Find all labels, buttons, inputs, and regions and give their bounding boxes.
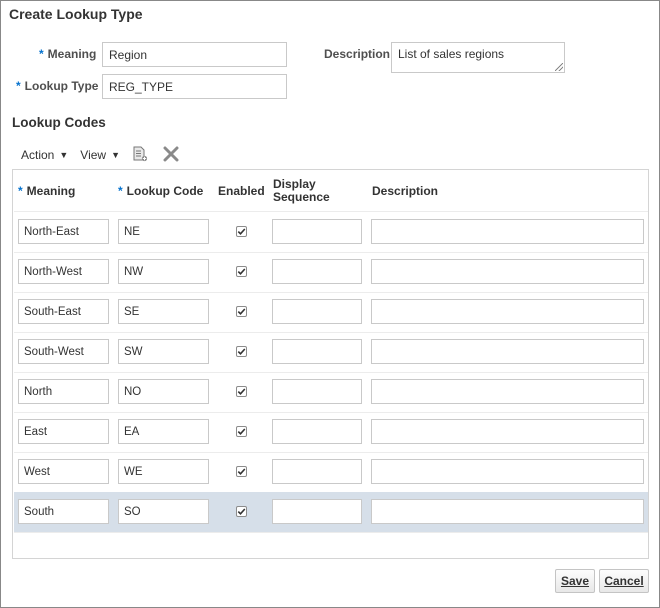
lookup-type-label-group: * Lookup Type xyxy=(16,79,98,93)
description-cell[interactable] xyxy=(371,339,644,364)
description-cell[interactable] xyxy=(371,299,644,324)
create-icon[interactable] xyxy=(133,146,148,165)
lookup-code-cell[interactable]: SW xyxy=(118,339,209,364)
delete-icon[interactable] xyxy=(163,146,179,165)
display-sequence-cell[interactable] xyxy=(272,499,362,524)
table-row[interactable]: South-East SE xyxy=(14,292,648,332)
lookup-code-cell[interactable]: WE xyxy=(118,459,209,484)
table-row[interactable]: North-East NE xyxy=(14,212,648,252)
lookup-type-field[interactable] xyxy=(102,74,287,99)
display-sequence-cell[interactable] xyxy=(272,219,362,244)
enabled-checkbox[interactable] xyxy=(236,426,247,437)
save-button[interactable]: Save xyxy=(555,569,595,593)
meaning-cell[interactable]: South-West xyxy=(18,339,109,364)
display-sequence-cell[interactable] xyxy=(272,339,362,364)
required-marker: * xyxy=(18,184,23,198)
required-marker: * xyxy=(118,184,123,198)
table-row[interactable]: West WE xyxy=(14,452,648,492)
meaning-cell[interactable]: South xyxy=(18,499,109,524)
table-row[interactable]: South-West SW xyxy=(14,332,648,372)
column-header-lookup-code[interactable]: * Lookup Code xyxy=(118,184,203,198)
table-row[interactable]: South SO xyxy=(14,492,648,532)
lookup-code-cell[interactable]: EA xyxy=(118,419,209,444)
meaning-cell[interactable]: North-East xyxy=(18,219,109,244)
enabled-checkbox[interactable] xyxy=(236,266,247,277)
chevron-down-icon: ▼ xyxy=(59,150,69,160)
required-marker: * xyxy=(39,47,44,61)
action-menu[interactable]: Action ▼ xyxy=(21,148,68,162)
enabled-checkbox[interactable] xyxy=(236,226,247,237)
dialog-title: Create Lookup Type xyxy=(9,6,143,22)
display-sequence-cell[interactable] xyxy=(272,379,362,404)
column-header-sequence-label: Sequence xyxy=(273,190,330,204)
column-header-meaning[interactable]: * Meaning xyxy=(18,184,75,198)
column-header-lookup-code-label: Lookup Code xyxy=(126,184,204,198)
meaning-cell[interactable]: South-East xyxy=(18,299,109,324)
description-field-wrap: List of sales regions xyxy=(391,42,565,73)
lookup-codes-toolbar: Action ▼ View ▼ xyxy=(21,146,132,164)
action-menu-label: Action xyxy=(21,148,55,162)
lookup-type-label: Lookup Type xyxy=(24,79,99,93)
description-cell[interactable] xyxy=(371,499,644,524)
column-header-meaning-label: Meaning xyxy=(26,184,76,198)
meaning-cell[interactable]: East xyxy=(18,419,109,444)
row-divider xyxy=(14,532,648,533)
lookup-code-cell[interactable]: NW xyxy=(118,259,209,284)
required-marker: * xyxy=(16,79,21,93)
enabled-checkbox[interactable] xyxy=(236,506,247,517)
cancel-button[interactable]: Cancel xyxy=(599,569,649,593)
description-cell[interactable] xyxy=(371,219,644,244)
enabled-checkbox[interactable] xyxy=(236,386,247,397)
description-cell[interactable] xyxy=(371,379,644,404)
enabled-checkbox[interactable] xyxy=(236,306,247,317)
table-row[interactable]: East EA xyxy=(14,412,648,452)
meaning-label-group: * Meaning xyxy=(39,47,96,61)
meaning-field[interactable] xyxy=(102,42,287,67)
display-sequence-cell[interactable] xyxy=(272,419,362,444)
lookup-code-cell[interactable]: SO xyxy=(118,499,209,524)
description-label: Description xyxy=(324,47,391,61)
column-header-display-sequence[interactable]: Display Sequence xyxy=(273,178,330,204)
table-row[interactable]: North-West NW xyxy=(14,252,648,292)
description-cell[interactable] xyxy=(371,419,644,444)
lookup-code-cell[interactable]: SE xyxy=(118,299,209,324)
meaning-label: Meaning xyxy=(47,47,97,61)
meaning-cell[interactable]: West xyxy=(18,459,109,484)
view-menu-label: View xyxy=(80,148,107,162)
enabled-checkbox[interactable] xyxy=(236,466,247,477)
lookup-codes-heading: Lookup Codes xyxy=(12,115,106,130)
resize-grip-icon[interactable] xyxy=(555,63,563,71)
description-cell[interactable] xyxy=(371,459,644,484)
chevron-down-icon: ▼ xyxy=(111,150,120,160)
table-row[interactable]: North NO xyxy=(14,372,648,412)
display-sequence-cell[interactable] xyxy=(272,459,362,484)
view-menu[interactable]: View ▼ xyxy=(80,148,120,162)
display-sequence-cell[interactable] xyxy=(272,259,362,284)
column-header-description[interactable]: Description xyxy=(372,184,438,198)
lookup-code-cell[interactable]: NO xyxy=(118,379,209,404)
create-lookup-type-dialog: Create Lookup Type *Meaning *Lookup Type… xyxy=(0,0,660,608)
display-sequence-cell[interactable] xyxy=(272,299,362,324)
enabled-checkbox[interactable] xyxy=(236,346,247,357)
description-field[interactable]: List of sales regions xyxy=(391,42,565,73)
lookup-codes-table: * Meaning * Lookup Code Enabled Display Se… xyxy=(12,169,649,559)
meaning-cell[interactable]: North xyxy=(18,379,109,404)
column-header-enabled[interactable]: Enabled xyxy=(218,184,265,198)
description-cell[interactable] xyxy=(371,259,644,284)
meaning-cell[interactable]: North-West xyxy=(18,259,109,284)
lookup-code-cell[interactable]: NE xyxy=(118,219,209,244)
